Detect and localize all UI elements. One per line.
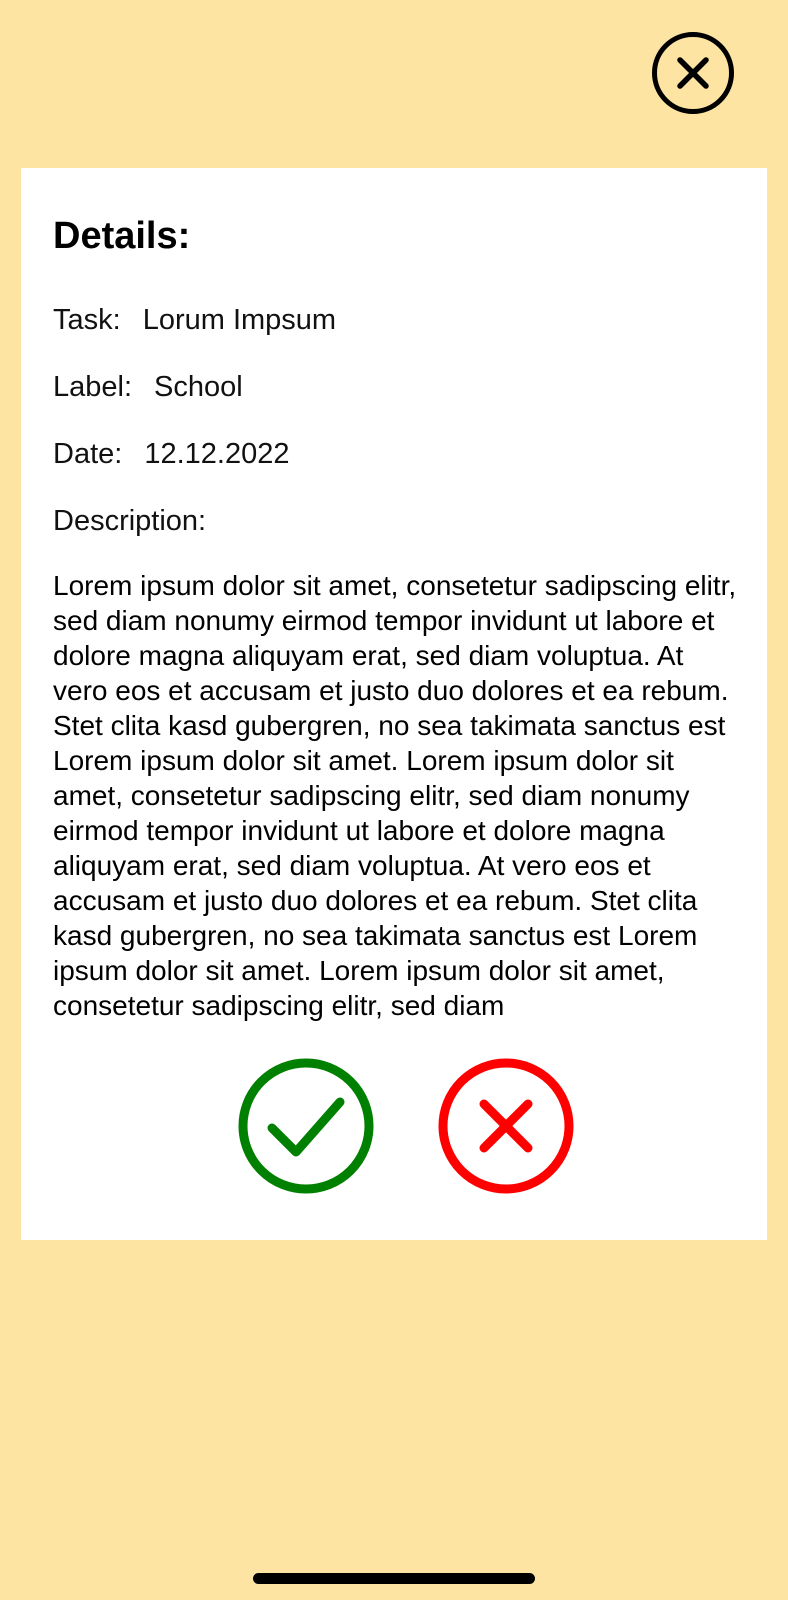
- task-row: Task: Lorum Impsum: [53, 303, 336, 337]
- description-row: Description:: [53, 504, 206, 538]
- label-value: School: [154, 371, 243, 403]
- details-heading: Details:: [53, 215, 191, 257]
- description-fade: [53, 1188, 753, 1211]
- description-text: Lorem ipsum dolor sit amet, consetetur s…: [53, 570, 737, 1021]
- label-label: Label:: [53, 371, 133, 403]
- task-value: Lorum Impsum: [142, 304, 337, 336]
- home-indicator[interactable]: [253, 1573, 535, 1584]
- accept-button[interactable]: [236, 1056, 376, 1196]
- date-label: Date:: [53, 438, 123, 470]
- date-value: 12.12.2022: [144, 438, 290, 470]
- x-circle-icon: [438, 1058, 574, 1194]
- label-row: Label: School: [53, 370, 243, 404]
- task-label: Task:: [53, 304, 121, 336]
- date-row: Date: 12.12.2022: [53, 437, 289, 471]
- description-scroll-area[interactable]: Lorem ipsum dolor sit amet, consetetur s…: [53, 568, 753, 1211]
- description-label: Description:: [53, 505, 207, 537]
- close-circle-icon: [652, 32, 734, 114]
- reject-button[interactable]: [436, 1056, 576, 1196]
- close-button[interactable]: [651, 31, 735, 115]
- details-card: Details: Task: Lorum Impsum Label: School …: [21, 168, 767, 1240]
- check-circle-icon: [238, 1058, 374, 1194]
